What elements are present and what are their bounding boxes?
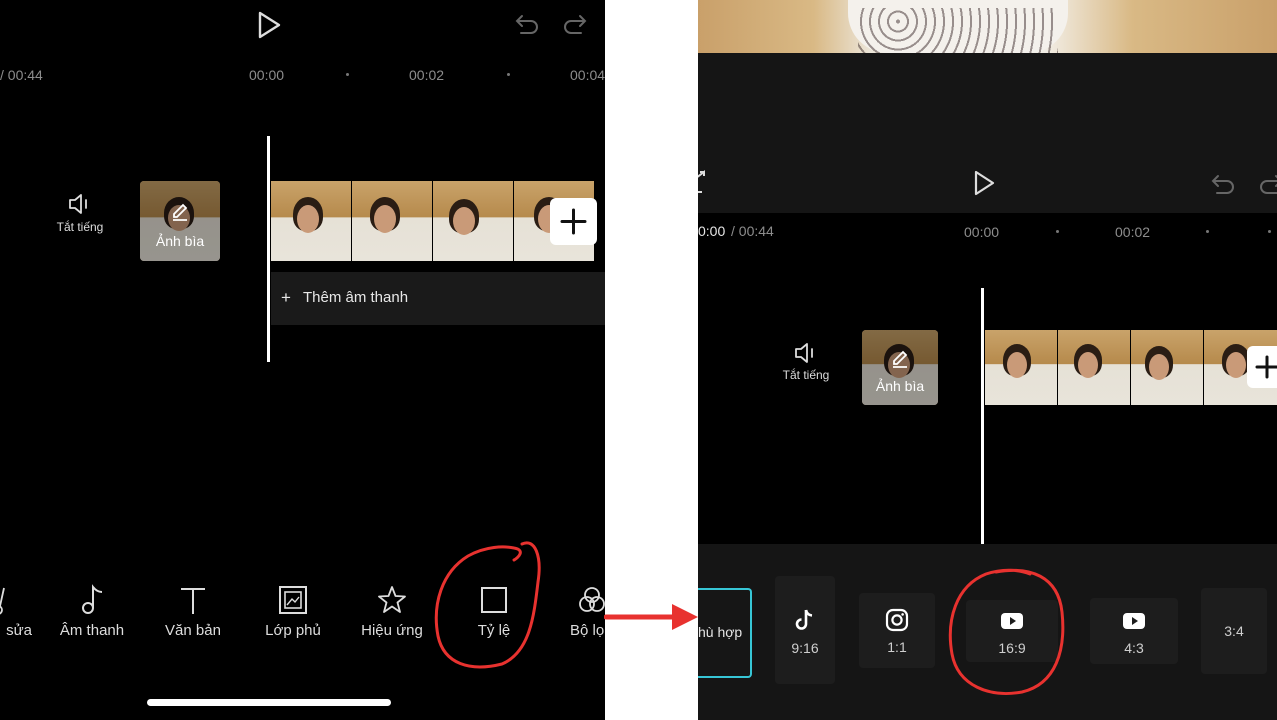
toolbar-item-edit[interactable]: sửa [0,584,32,639]
duration-total: / 00:44 [0,67,43,83]
timecode-tick: 00:04 [570,67,605,83]
current-time: 0:00 [698,223,726,239]
ratio-label: hù hợp [698,624,743,640]
home-indicator [147,699,391,706]
toolbar-item-audio[interactable]: Âm thanh [52,584,132,639]
mute-label: Tắt tiếng [56,220,104,234]
plus-icon [1255,355,1277,379]
video-preview [698,0,1277,53]
tick-dot [507,73,510,76]
cover-thumbnail[interactable]: Ảnh bìa [862,330,938,405]
tick-dot [1056,230,1059,233]
add-clip-button[interactable] [1247,346,1277,388]
timecode-tick: 00:00 [249,67,285,83]
speaker-icon [793,342,819,364]
ratio-label: 1:1 [887,639,907,655]
edit-pencil-icon [170,199,190,221]
toolbar-label: Lớp phủ [265,622,321,639]
add-clip-button[interactable] [550,198,597,245]
plus-icon [560,208,587,235]
playhead[interactable] [981,288,984,544]
filter-icon [576,584,605,616]
play-icon[interactable] [972,170,996,196]
mute-button[interactable]: Tắt tiếng [778,342,834,382]
ratio-label: 3:4 [1224,623,1244,639]
instagram-icon [885,608,909,632]
tick-dot [1268,230,1271,233]
redo-icon[interactable] [562,12,588,36]
toolbar-item-overlay[interactable]: Lớp phủ [253,584,333,639]
speaker-icon [66,192,94,216]
effects-star-icon [377,584,407,616]
play-icon[interactable] [256,11,282,39]
toolbar-item-text[interactable]: Văn bản [153,584,233,639]
text-icon [178,584,208,616]
video-track[interactable] [985,330,1277,405]
mute-button[interactable]: Tắt tiếng [52,192,108,234]
timecode-tick: 00:02 [1115,224,1151,240]
arrow-right-icon [604,604,698,630]
edit-pencil-icon [890,346,910,368]
ratio-label: 9:16 [791,640,819,656]
cover-thumbnail[interactable]: Ảnh bìa [140,181,220,261]
ratio-option-fit[interactable]: hù hợp [698,588,752,678]
tiktok-icon [794,608,816,632]
plus-icon: + [281,288,291,307]
toolbar-label: Bộ lọ [570,622,605,639]
toolbar-label: Âm thanh [59,622,125,639]
youtube-icon [1122,612,1146,630]
playhead[interactable] [267,136,270,362]
ratio-option-3-4[interactable]: 3:4 [1201,588,1267,674]
tick-dot [1206,230,1209,233]
toolbar-item-effects[interactable]: Hiệu ứng [352,584,432,639]
mute-label: Tắt tiếng [782,368,830,382]
music-note-icon [77,584,107,616]
toolbar-label: sửa [6,622,32,639]
timecode-tick: 00:00 [964,224,1000,240]
overlay-icon [278,584,308,616]
highlight-circle [948,568,1065,695]
highlight-circle [434,541,541,669]
right-screenshot: 0:00 / 00:44 00:00 00:02 Tắt tiếng Ảnh b… [698,0,1277,720]
timecode-tick: 00:02 [409,67,445,83]
left-screenshot: / 00:44 00:00 00:02 00:04 Tắt tiếng Ảnh … [0,0,605,720]
scissors-icon [0,584,32,616]
undo-icon[interactable] [514,12,540,36]
toolbar-label: Văn bản [165,622,221,639]
duration-total: / 00:44 [731,223,774,239]
redo-icon[interactable] [1258,172,1277,196]
ratio-option-1-1[interactable]: 1:1 [859,593,935,668]
cover-label: Ảnh bìa [155,233,205,249]
add-audio-label: Thêm âm thanh [303,289,409,306]
fullscreen-icon[interactable] [698,170,710,194]
ratio-option-4-3[interactable]: 4:3 [1090,598,1178,664]
toolbar-label: Hiệu ứng [361,622,423,639]
undo-icon[interactable] [1210,172,1236,196]
ratio-label: 4:3 [1124,640,1144,656]
cover-label: Ảnh bìa [875,378,925,394]
tick-dot [346,73,349,76]
add-audio-button[interactable]: + Thêm âm thanh [271,272,605,325]
ratio-option-9-16[interactable]: 9:16 [775,576,835,684]
toolbar-item-filter[interactable]: Bộ lọ [566,584,605,639]
